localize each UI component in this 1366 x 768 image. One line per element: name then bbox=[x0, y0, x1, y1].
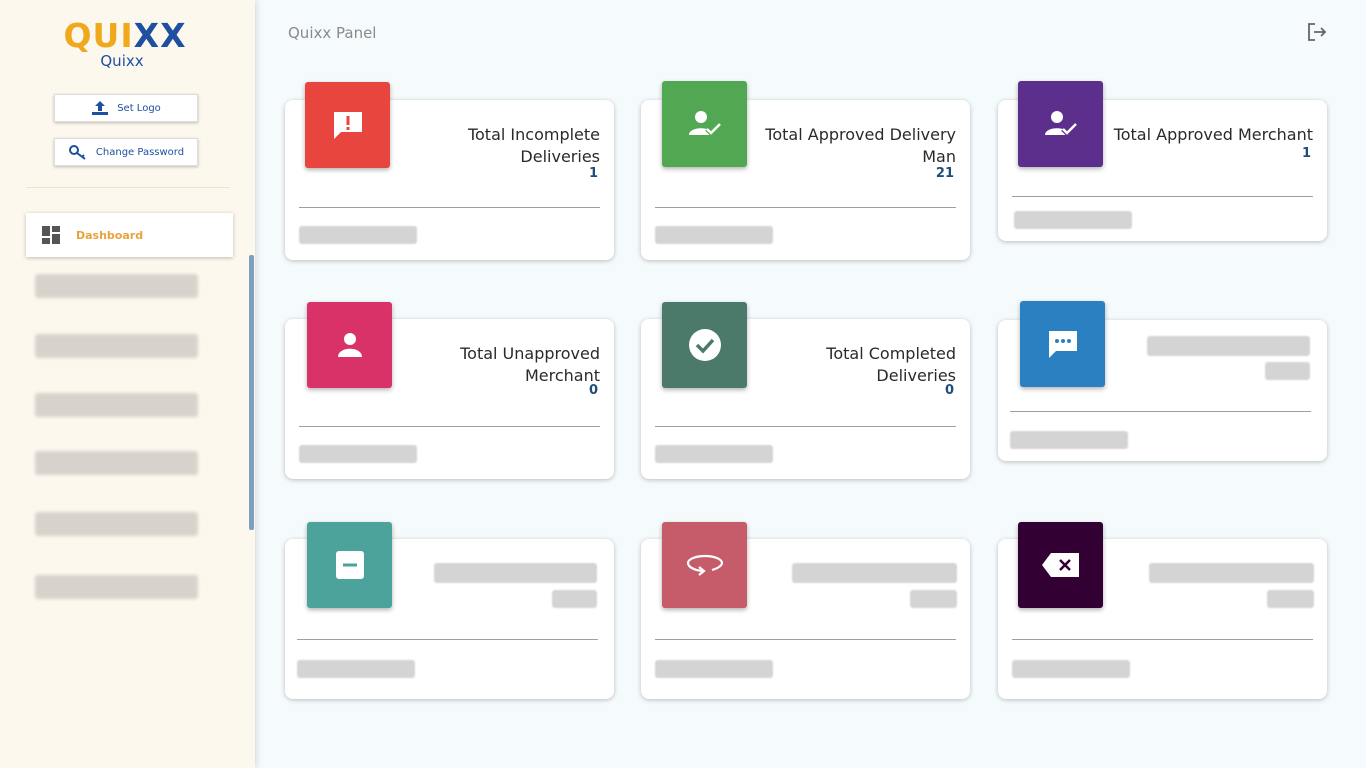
card-title: Total Completed Deliveries bbox=[826, 344, 956, 385]
card-title-blurred bbox=[1149, 563, 1314, 583]
sidebar-scrollbar[interactable] bbox=[249, 255, 254, 530]
rotate-icon bbox=[662, 522, 747, 608]
card-footer-blurred bbox=[299, 445, 417, 463]
card-footer-blurred bbox=[655, 226, 773, 244]
sidebar-item-dashboard[interactable]: Dashboard bbox=[26, 213, 233, 257]
card-footer-blurred bbox=[1012, 660, 1130, 678]
page-title: Quixx Panel bbox=[288, 24, 377, 42]
logo-text-a: QUI bbox=[63, 16, 134, 55]
card-footer-blurred bbox=[297, 660, 415, 678]
chat-dots-icon bbox=[1020, 301, 1105, 387]
sidebar-item-blurred[interactable] bbox=[35, 575, 198, 599]
card-title-blurred bbox=[434, 563, 597, 583]
dashboard-icon bbox=[42, 226, 60, 244]
alert-message-icon bbox=[305, 82, 390, 168]
card-divider bbox=[655, 207, 956, 208]
card-divider bbox=[655, 639, 956, 640]
sidebar: QUIXX Quixx Set Logo Change Password Das… bbox=[0, 0, 255, 768]
card-footer-blurred bbox=[299, 226, 417, 244]
card-count-blurred bbox=[910, 590, 957, 608]
person-icon bbox=[307, 302, 392, 388]
card-divider bbox=[297, 639, 598, 640]
card-title: Total Approved Merchant bbox=[1113, 125, 1313, 144]
upload-icon bbox=[92, 101, 109, 115]
logo-text-b: XX bbox=[133, 16, 187, 55]
card-footer-blurred bbox=[1014, 211, 1132, 229]
backspace-icon bbox=[1018, 522, 1103, 608]
minus-box-icon bbox=[307, 522, 392, 608]
logout-icon[interactable] bbox=[1306, 22, 1328, 42]
card-divider bbox=[299, 426, 600, 427]
sidebar-item-label: Dashboard bbox=[76, 228, 144, 242]
set-logo-button[interactable]: Set Logo bbox=[54, 94, 198, 122]
card-count: 21 bbox=[935, 166, 954, 181]
card-title-blurred bbox=[792, 563, 957, 583]
card-count: 1 bbox=[588, 166, 598, 181]
user-check-icon bbox=[1018, 81, 1103, 167]
card-divider bbox=[1012, 196, 1313, 197]
card-count: 1 bbox=[1301, 146, 1311, 161]
card-divider bbox=[1012, 639, 1313, 640]
card-title: Total Unapproved Merchant bbox=[460, 344, 600, 385]
card-count-blurred bbox=[1265, 362, 1310, 380]
sidebar-item-blurred[interactable] bbox=[35, 334, 198, 358]
card-footer-blurred bbox=[655, 445, 773, 463]
sidebar-item-blurred[interactable] bbox=[35, 512, 198, 536]
brand-logo: QUIXX Quixx bbox=[60, 16, 190, 71]
card-title: Total Approved Delivery Man bbox=[765, 125, 956, 166]
set-logo-label: Set Logo bbox=[117, 102, 161, 114]
change-password-button[interactable]: Change Password bbox=[54, 138, 198, 166]
card-title: Total Incomplete Deliveries bbox=[467, 125, 600, 166]
change-password-label: Change Password bbox=[95, 146, 185, 158]
key-icon bbox=[68, 145, 86, 160]
user-check-icon bbox=[662, 81, 747, 167]
sidebar-item-blurred[interactable] bbox=[35, 451, 198, 475]
sidebar-item-blurred[interactable] bbox=[35, 393, 198, 417]
check-circle-icon bbox=[662, 302, 747, 388]
card-footer-blurred bbox=[655, 660, 773, 678]
card-count: 0 bbox=[944, 383, 954, 398]
card-divider bbox=[655, 426, 956, 427]
sidebar-item-blurred[interactable] bbox=[35, 274, 198, 298]
card-title-blurred bbox=[1147, 336, 1310, 356]
card-count: 0 bbox=[588, 383, 598, 398]
card-footer-blurred bbox=[1010, 431, 1128, 449]
card-divider bbox=[299, 207, 600, 208]
card-count-blurred bbox=[1267, 590, 1314, 608]
sidebar-divider bbox=[26, 187, 230, 188]
card-count-blurred bbox=[552, 590, 597, 608]
card-divider bbox=[1010, 411, 1311, 412]
